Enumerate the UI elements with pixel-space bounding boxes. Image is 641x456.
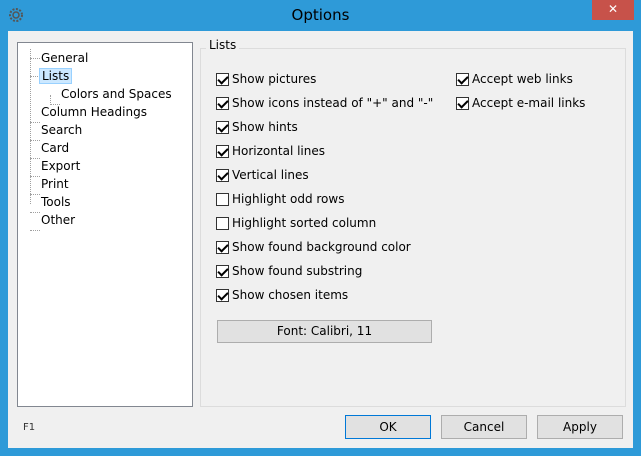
highlight-sorted-column-checkbox[interactable]: Highlight sorted column — [216, 214, 376, 232]
checkbox-box[interactable] — [216, 168, 229, 182]
checkbox-label: Vertical lines — [232, 168, 309, 182]
tree-item-label: Export — [41, 159, 81, 173]
checkbox-label: Accept e-mail links — [472, 96, 586, 110]
checkbox-box[interactable] — [216, 192, 229, 206]
tree-item-lists[interactable]: Lists — [39, 68, 73, 84]
tree-connector — [30, 176, 40, 177]
show-hints-checkbox[interactable]: Show hints — [216, 118, 298, 136]
tree-connector — [30, 230, 40, 231]
tree-item-label: Lists — [39, 68, 73, 84]
show-chosen-items-checkbox[interactable]: Show chosen items — [216, 286, 348, 304]
tree-item-export[interactable]: Export — [41, 158, 80, 174]
tree-connector — [30, 122, 40, 123]
tree-item-search[interactable]: Search — [41, 122, 82, 138]
tree-item-label: Tools — [41, 195, 71, 209]
checkbox-box[interactable] — [216, 264, 229, 278]
accept-email-links-checkbox[interactable]: Accept e-mail links — [456, 94, 585, 112]
checkbox-box[interactable] — [456, 96, 469, 110]
ok-button[interactable]: OK — [345, 415, 431, 439]
show-pictures-checkbox[interactable]: Show pictures — [216, 70, 316, 88]
checkbox-label: Highlight sorted column — [232, 216, 377, 230]
close-button[interactable]: ✕ — [592, 0, 634, 20]
tree-item-label: General — [41, 51, 89, 65]
checkbox-box[interactable] — [216, 96, 229, 110]
apply-button[interactable]: Apply — [537, 415, 623, 439]
checkbox-box[interactable] — [216, 72, 229, 86]
checkbox-box[interactable] — [216, 144, 229, 158]
category-tree[interactable]: General Lists Colors and Spaces Column H… — [17, 42, 193, 407]
checkbox-label: Show pictures — [232, 72, 317, 86]
checkbox-label: Accept web links — [472, 72, 573, 86]
checkbox-label: Show hints — [232, 120, 298, 134]
show-found-background-color-checkbox[interactable]: Show found background color — [216, 238, 411, 256]
cancel-button[interactable]: Cancel — [441, 415, 527, 439]
tree-connector — [30, 158, 40, 159]
tree-connector — [30, 58, 40, 59]
tree-connector — [30, 49, 31, 204]
options-window: Options ✕ General Lists Colors and Space… — [0, 0, 641, 456]
groupbox-title: Lists — [206, 38, 240, 52]
tree-item-column-headings[interactable]: Column Headings — [41, 104, 147, 120]
checkbox-box[interactable] — [216, 288, 229, 302]
checkbox-label: Horizontal lines — [232, 144, 325, 158]
tree-item-print[interactable]: Print — [41, 176, 69, 192]
tree-item-tools[interactable]: Tools — [41, 194, 71, 210]
checkbox-box[interactable] — [216, 120, 229, 134]
tree-connector — [30, 194, 40, 195]
checkbox-box[interactable] — [216, 240, 229, 254]
tree-connector — [30, 140, 40, 141]
dialog-body: General Lists Colors and Spaces Column H… — [8, 31, 633, 448]
help-hint: F1 — [23, 422, 36, 433]
checkbox-box[interactable] — [456, 72, 469, 86]
show-found-substring-checkbox[interactable]: Show found substring — [216, 262, 362, 280]
tree-item-label: Print — [41, 177, 69, 191]
title-bar[interactable]: Options ✕ — [0, 0, 641, 31]
tree-item-label: Other — [41, 213, 76, 227]
checkbox-label: Show chosen items — [232, 288, 349, 302]
tree-connector — [30, 212, 40, 213]
tree-item-label: Card — [41, 141, 70, 155]
vertical-lines-checkbox[interactable]: Vertical lines — [216, 166, 309, 184]
checkbox-label: Show icons instead of "+" and "-" — [232, 96, 434, 110]
tree-item-colors-and-spaces[interactable]: Colors and Spaces — [61, 86, 172, 102]
tree-item-label: Search — [41, 123, 83, 137]
tree-item-label: Column Headings — [41, 105, 147, 119]
tree-item-other[interactable]: Other — [41, 212, 75, 228]
highlight-odd-rows-checkbox[interactable]: Highlight odd rows — [216, 190, 344, 208]
tree-item-card[interactable]: Card — [41, 140, 69, 156]
accept-web-links-checkbox[interactable]: Accept web links — [456, 70, 573, 88]
checkbox-box[interactable] — [216, 216, 229, 230]
window-title: Options — [291, 6, 350, 24]
close-icon: ✕ — [607, 2, 619, 16]
checkbox-label: Show found substring — [232, 264, 363, 278]
tree-item-general[interactable]: General — [41, 50, 88, 66]
tree-item-label: Colors and Spaces — [61, 87, 172, 101]
font-button[interactable]: Font: Calibri, 11 — [217, 320, 432, 343]
show-icons-checkbox[interactable]: Show icons instead of "+" and "-" — [216, 94, 433, 112]
horizontal-lines-checkbox[interactable]: Horizontal lines — [216, 142, 325, 160]
checkbox-label: Show found background color — [232, 240, 411, 254]
checkbox-label: Highlight odd rows — [232, 192, 345, 206]
